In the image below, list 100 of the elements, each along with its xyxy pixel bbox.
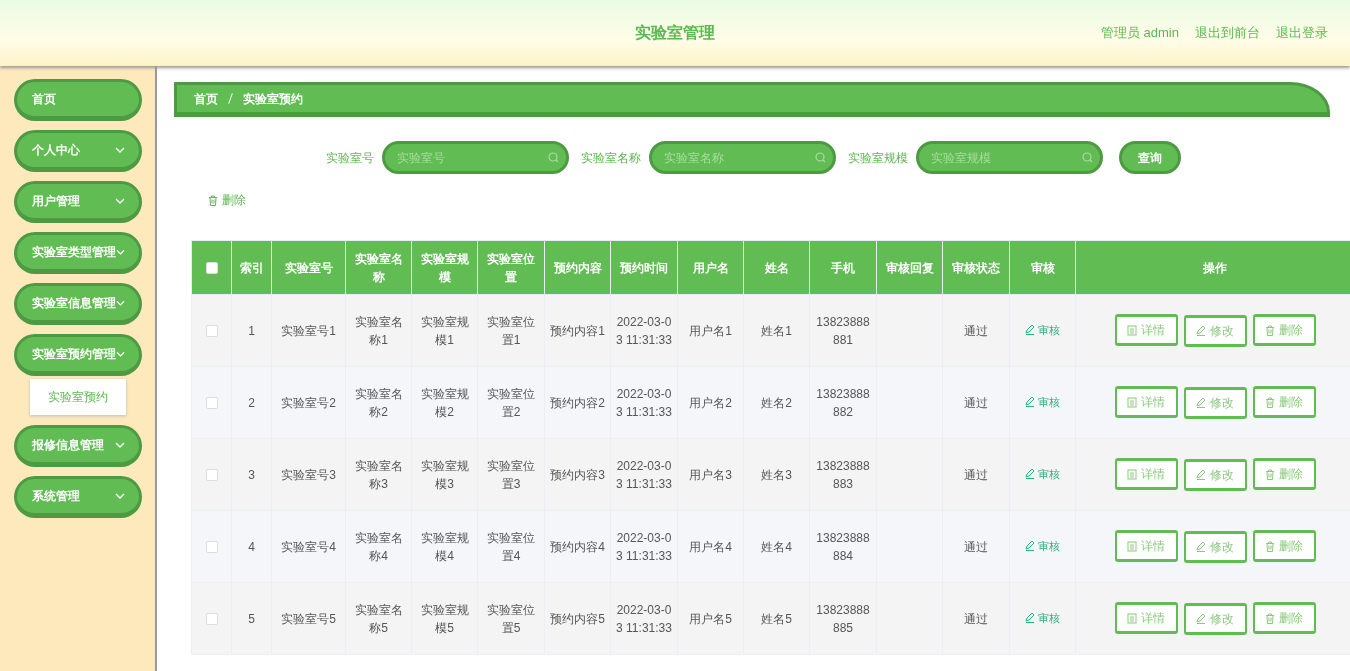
- breadcrumb-item: 实验室预约: [243, 90, 303, 108]
- column-header: 用户名: [677, 240, 744, 295]
- table-cell: 通过: [942, 510, 1010, 583]
- action-button[interactable]: 详情: [1114, 314, 1178, 347]
- review-link[interactable]: 审核: [1025, 321, 1060, 339]
- table-cell: 预约内容4: [544, 510, 611, 583]
- trash-icon: [1265, 540, 1275, 552]
- table-cell: 实验室位置1: [477, 294, 545, 367]
- action-button[interactable]: 详情: [1114, 530, 1178, 563]
- action-button[interactable]: 删除: [1252, 530, 1316, 563]
- table-cell: 用户名1: [677, 294, 744, 367]
- review-link[interactable]: 审核: [1025, 609, 1060, 627]
- action-button[interactable]: 删除: [1252, 458, 1316, 491]
- action-button[interactable]: 修改: [1183, 314, 1247, 347]
- trash-icon: [1265, 324, 1275, 336]
- query-button[interactable]: 查询: [1118, 141, 1181, 174]
- column-header: 预约时间: [610, 240, 678, 295]
- action-button[interactable]: 详情: [1114, 602, 1178, 635]
- row-checkbox[interactable]: [205, 325, 218, 338]
- trash-icon: [208, 194, 218, 206]
- menu-item[interactable]: 首页: [14, 79, 142, 121]
- table-cell: 实验室号4: [271, 510, 346, 583]
- column-header: 实验室名称: [345, 240, 412, 295]
- header-link[interactable]: 退出登录: [1276, 23, 1328, 43]
- table-cell: 2022-03-03 11:31:33: [610, 294, 678, 367]
- menu-item[interactable]: 实验室信息管理: [14, 283, 142, 325]
- row-checkbox[interactable]: [205, 397, 218, 410]
- review-link[interactable]: 审核: [1025, 537, 1060, 555]
- table-cell: 13823888884: [809, 510, 877, 583]
- search-field[interactable]: 实验室号: [381, 141, 569, 174]
- table-cell: 实验室规模1: [411, 294, 478, 367]
- review-link[interactable]: 审核: [1025, 393, 1060, 411]
- field-label: 实验室规模: [847, 149, 908, 167]
- action-button[interactable]: 删除: [1252, 386, 1316, 419]
- action-button[interactable]: 修改: [1183, 602, 1247, 635]
- row-checkbox[interactable]: [205, 613, 218, 626]
- trash-icon: [1265, 612, 1275, 624]
- table-cell: 1: [231, 294, 272, 367]
- document-icon: [1127, 396, 1137, 408]
- column-header: 姓名: [743, 240, 810, 295]
- menu-item[interactable]: 用户管理: [14, 181, 142, 223]
- table-cell: 姓名3: [743, 438, 810, 511]
- action-button[interactable]: 删除: [1252, 602, 1316, 635]
- trash-icon: [1265, 396, 1275, 408]
- table-cell: 姓名5: [743, 582, 810, 655]
- table-cell: 用户名4: [677, 510, 744, 583]
- action-button[interactable]: 修改: [1183, 386, 1247, 419]
- table-cell: 实验室号1: [271, 294, 346, 367]
- action-button[interactable]: 详情: [1114, 458, 1178, 491]
- search-field[interactable]: 实验室规模: [915, 141, 1103, 174]
- menu-item[interactable]: 系统管理: [14, 476, 142, 518]
- delete-button[interactable]: 删除: [202, 190, 252, 210]
- action-button[interactable]: 删除: [1252, 314, 1316, 347]
- table-cell: 通过: [942, 582, 1010, 655]
- row-checkbox[interactable]: [205, 469, 218, 482]
- breadcrumb-item[interactable]: 首页: [194, 89, 218, 108]
- document-icon: [1127, 540, 1137, 552]
- document-icon: [1127, 468, 1137, 480]
- column-header: 审核状态: [942, 240, 1010, 295]
- action-button[interactable]: 详情: [1114, 386, 1178, 419]
- submenu-item[interactable]: 实验室预约: [30, 379, 126, 415]
- table-cell: 实验室号5: [271, 582, 346, 655]
- document-icon: [1127, 612, 1137, 624]
- table-cell: 实验室名称3: [345, 438, 412, 511]
- select-all-checkbox[interactable]: [205, 262, 218, 275]
- menu-item[interactable]: 实验室预约管理: [14, 334, 142, 376]
- table-cell: 实验室号2: [271, 366, 346, 439]
- table-cell: 13823888882: [809, 366, 877, 439]
- table-cell: 13823888885: [809, 582, 877, 655]
- review-link[interactable]: 审核: [1025, 465, 1060, 483]
- column-header: 索引: [231, 240, 272, 295]
- table-cell: 实验室号3: [271, 438, 346, 511]
- chevron-down-icon: [116, 248, 125, 256]
- column-header: 审核: [1009, 240, 1076, 295]
- row-checkbox[interactable]: [205, 541, 218, 554]
- table-cell: 用户名3: [677, 438, 744, 511]
- table-cell: 实验室规模5: [411, 582, 478, 655]
- action-button[interactable]: 修改: [1183, 458, 1247, 491]
- header-link[interactable]: 管理员 admin: [1100, 23, 1179, 43]
- table-cell: 预约内容5: [544, 582, 611, 655]
- pencil-icon: [1025, 469, 1035, 479]
- table-cell: 5: [231, 582, 272, 655]
- table-cell: 2022-03-03 11:31:33: [610, 582, 678, 655]
- table-cell: 实验室规模4: [411, 510, 478, 583]
- chevron-down-icon: [116, 350, 125, 358]
- column-header: 手机: [809, 240, 877, 295]
- table-cell: 实验室名称1: [345, 294, 412, 367]
- header-link[interactable]: 退出到前台: [1195, 23, 1260, 43]
- search-field[interactable]: 实验室名称: [648, 141, 836, 174]
- table-cell: 2022-03-03 11:31:33: [610, 438, 678, 511]
- menu-item[interactable]: 实验室类型管理: [14, 232, 142, 274]
- column-header: 操作: [1075, 240, 1350, 295]
- field-label: 实验室号: [325, 149, 374, 167]
- menu-item[interactable]: 报修信息管理: [14, 425, 142, 467]
- table-cell: 2: [231, 366, 272, 439]
- table-cell: 姓名4: [743, 510, 810, 583]
- menu-item[interactable]: 个人中心: [14, 130, 142, 172]
- table-cell: 3: [231, 438, 272, 511]
- action-button[interactable]: 修改: [1183, 530, 1247, 563]
- pencil-icon: [1196, 613, 1206, 624]
